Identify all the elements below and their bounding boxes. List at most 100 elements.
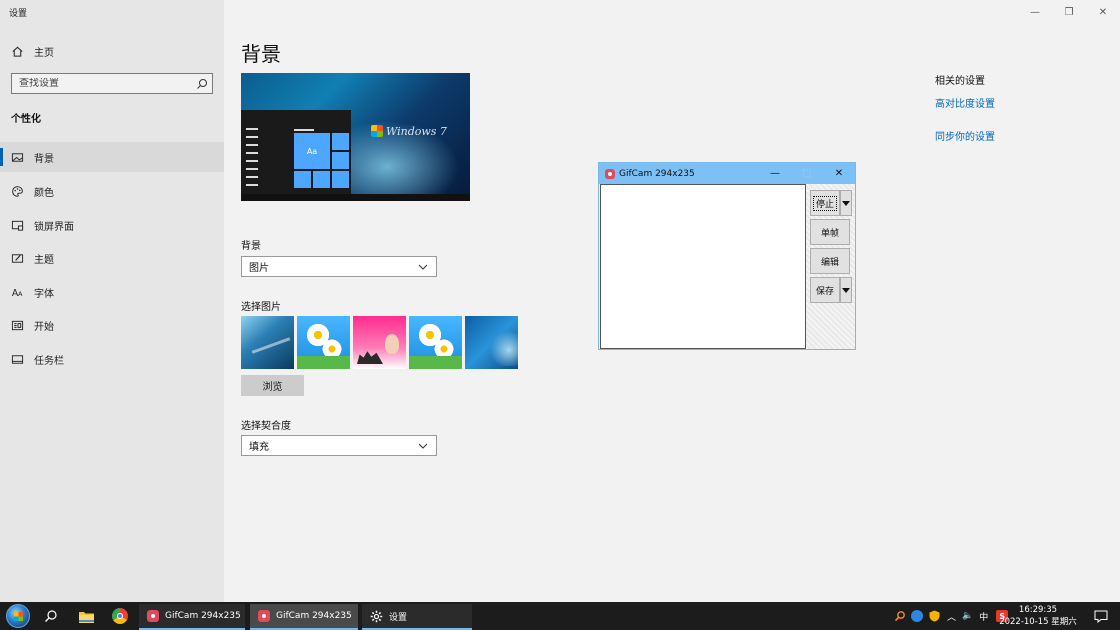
chevron-down-icon <box>418 264 428 270</box>
preview-menu-list <box>246 128 258 192</box>
windows-orb-icon <box>6 604 30 628</box>
taskbar: GifCam 294x235 GifCam 294x235 设置 ︿ 🔈 中 S… <box>0 602 1120 630</box>
sidebar-item-home[interactable]: 主页 <box>0 36 224 66</box>
sidebar-item-start[interactable]: 开始 <box>0 310 224 340</box>
sidebar-item-taskbar[interactable]: 任务栏 <box>0 344 224 374</box>
home-icon <box>10 44 24 58</box>
gear-icon <box>370 610 383 622</box>
theme-icon <box>10 251 24 265</box>
sidebar-item-label: 背景 <box>34 153 54 165</box>
picture-thumbnail[interactable] <box>297 316 350 369</box>
sync-settings-link[interactable]: 同步你的设置 <box>935 128 995 143</box>
start-icon <box>10 318 24 332</box>
palette-icon <box>10 184 24 198</box>
related-settings-heading: 相关的设置 <box>935 76 985 87</box>
ime-indicator[interactable]: 中 <box>979 610 988 623</box>
start-button[interactable] <box>3 603 33 629</box>
picture-thumbnail[interactable] <box>409 316 462 369</box>
taskbar-icon <box>10 352 24 366</box>
search-tool-icon[interactable] <box>893 609 907 623</box>
search-icon[interactable] <box>195 77 209 91</box>
picture-thumbnail[interactable] <box>465 316 518 369</box>
minimize-button[interactable]: — <box>1018 0 1052 24</box>
preview-accent-bar <box>294 129 314 131</box>
sidebar-item-label: 主页 <box>34 47 54 59</box>
svg-text:A: A <box>17 290 22 298</box>
file-explorer-icon[interactable] <box>76 606 96 626</box>
page-title: 背景 <box>241 42 281 66</box>
background-type-select[interactable]: 图片 <box>241 256 437 277</box>
sidebar-item-lock-screen[interactable]: 锁屏界面 <box>0 210 224 240</box>
chevron-down-icon <box>418 443 428 449</box>
app-title: 设置 <box>9 9 28 19</box>
frame-button[interactable]: 单帧 <box>810 219 850 245</box>
font-icon: AA <box>10 285 24 299</box>
save-options-arrow[interactable] <box>840 277 852 303</box>
close-button[interactable]: ✕ <box>1086 0 1120 24</box>
task-label: 设置 <box>389 612 408 623</box>
background-label: 背景 <box>241 241 261 252</box>
gifcam-capture-frame[interactable] <box>600 184 806 349</box>
sidebar-item-background[interactable]: 背景 <box>0 142 224 172</box>
sidebar-item-label: 字体 <box>34 288 54 300</box>
fit-value: 填充 <box>249 442 269 453</box>
picture-thumbnail[interactable] <box>241 316 294 369</box>
search-input[interactable] <box>19 78 195 89</box>
windows-flag-icon <box>371 125 383 137</box>
sidebar-item-fonts[interactable]: AA 字体 <box>0 277 224 307</box>
edit-button[interactable]: 编辑 <box>810 248 850 274</box>
taskbar-task-gifcam-2[interactable]: GifCam 294x235 <box>250 604 358 630</box>
restore-button[interactable]: ❐ <box>1052 0 1086 24</box>
gifcam-window-controls: — □ ✕ <box>759 163 855 184</box>
gifcam-close-button[interactable]: ✕ <box>823 163 855 184</box>
gifcam-maximize-button[interactable]: □ <box>791 163 823 184</box>
sidebar-item-label: 锁屏界面 <box>34 221 74 233</box>
clock[interactable]: 16:29:35 2022-10-15 星期六 <box>995 604 1081 628</box>
taskbar-task-gifcam-1[interactable]: GifCam 294x235 <box>139 604 245 630</box>
taskbar-search-icon[interactable] <box>41 606 61 626</box>
gifcam-app-icon <box>605 168 615 179</box>
gifcam-icon <box>258 610 270 622</box>
high-contrast-link[interactable]: 高对比度设置 <box>935 95 995 110</box>
gifcam-icon <box>147 610 159 622</box>
sidebar-item-label: 主题 <box>34 254 54 266</box>
fit-label: 选择契合度 <box>241 421 291 432</box>
browse-button[interactable]: 浏览 <box>241 375 304 396</box>
browser-icon[interactable] <box>110 606 130 626</box>
sidebar-item-themes[interactable]: 主题 <box>0 243 224 273</box>
search-box[interactable] <box>11 73 213 94</box>
related-settings: 相关的设置 高对比度设置 同步你的设置 <box>935 72 995 143</box>
background-type-value: 图片 <box>249 263 269 274</box>
stop-button[interactable]: 停止 <box>810 190 840 216</box>
volume-icon[interactable]: 🔈 <box>962 611 973 621</box>
preview-tile-text: Aa <box>294 133 330 169</box>
gifcam-titlebar[interactable]: GifCam 294x235 — □ ✕ <box>599 163 855 184</box>
window-controls: — ❐ ✕ <box>1018 0 1120 24</box>
fit-select[interactable]: 填充 <box>241 435 437 456</box>
gifcam-window: GifCam 294x235 — □ ✕ 停止 单帧 编辑 保存 <box>598 162 856 350</box>
taskbar-task-settings[interactable]: 设置 <box>362 604 472 630</box>
gifcam-title: GifCam 294x235 <box>619 168 695 179</box>
picture-thumbnail[interactable] <box>353 316 406 369</box>
sidebar-item-colors[interactable]: 颜色 <box>0 176 224 206</box>
app-tray-icon[interactable] <box>911 610 923 622</box>
stop-options-arrow[interactable] <box>840 190 852 216</box>
gifcam-minimize-button[interactable]: — <box>759 163 791 184</box>
task-label: GifCam 294x235 <box>276 611 352 621</box>
choose-picture-label: 选择图片 <box>241 302 281 313</box>
sidebar-item-label: 颜色 <box>34 187 54 199</box>
preview-taskbar <box>241 194 470 201</box>
system-tray: ︿ 🔈 中 S <box>893 602 1009 630</box>
clock-time: 16:29:35 <box>1018 605 1058 615</box>
notification-center-icon[interactable] <box>1090 606 1112 626</box>
chevron-up-icon[interactable]: ︿ <box>947 610 956 623</box>
shield-icon[interactable] <box>929 610 941 622</box>
save-button[interactable]: 保存 <box>810 277 840 303</box>
preview-start-menu: Aa <box>241 110 351 201</box>
clock-date: 2022-10-15 星期六 <box>999 617 1077 627</box>
sidebar-item-label: 任务栏 <box>34 355 64 367</box>
picture-thumbnails <box>241 316 518 369</box>
sidebar-item-label: 开始 <box>34 321 54 333</box>
sidebar: 设置 主页 个性化 背景 颜色 锁屏界面 主题 <box>0 0 224 602</box>
task-label: GifCam 294x235 <box>165 611 241 621</box>
